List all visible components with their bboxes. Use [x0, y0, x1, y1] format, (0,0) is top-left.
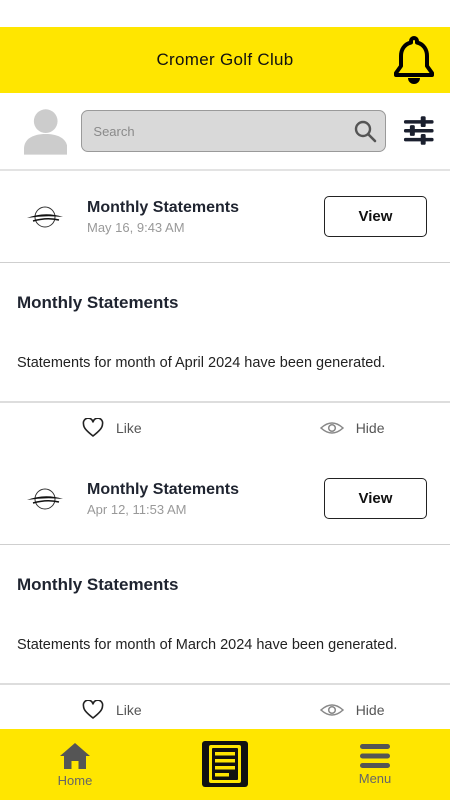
card-header: Monthly Statements May 16, 9:43 AM View — [0, 171, 450, 263]
search-icon[interactable] — [353, 119, 377, 143]
bottom-tab-bar: Home Menu — [0, 729, 450, 800]
body-title: Monthly Statements — [17, 575, 179, 594]
eye-icon — [319, 422, 344, 434]
card-date: May 16, 9:43 AM — [87, 219, 185, 235]
newspaper-icon — [202, 740, 248, 787]
card-title: Monthly Statements — [87, 480, 240, 498]
like-label: Like — [116, 702, 142, 718]
news-feed: Monthly Statements May 16, 9:43 AM View … — [0, 171, 450, 729]
body-text: Statements for month of April 2024 have … — [17, 355, 386, 371]
card-title: Monthly Statements — [87, 198, 240, 216]
like-button[interactable]: Like — [82, 418, 142, 438]
search-input[interactable] — [93, 123, 354, 139]
status-bar-area — [0, 0, 450, 27]
golf-swoosh-logo-icon — [27, 488, 63, 509]
search-box[interactable] — [81, 110, 387, 152]
view-button[interactable]: View — [324, 478, 427, 519]
card-header: Monthly Statements Apr 12, 11:53 AM View — [0, 453, 450, 545]
news-card: Monthly Statements Apr 12, 11:53 AM View… — [0, 453, 450, 729]
view-button[interactable]: View — [324, 196, 427, 237]
notification-bell-icon[interactable] — [392, 35, 436, 85]
body-text: Statements for month of March 2024 have … — [17, 637, 398, 653]
card-meta: Monthly Statements May 16, 9:43 AM — [87, 199, 324, 235]
card-body: Monthly Statements Statements for month … — [0, 545, 450, 685]
tab-menu-label: Menu — [358, 771, 392, 786]
news-card: Monthly Statements May 16, 9:43 AM View … — [0, 171, 450, 453]
club-title: Cromer Golf Club — [156, 50, 294, 69]
card-date: Apr 12, 11:53 AM — [87, 501, 187, 517]
like-button[interactable]: Like — [82, 700, 142, 720]
club-logo — [24, 478, 66, 520]
app-header: Cromer Golf Club — [0, 27, 450, 93]
tab-news[interactable] — [150, 729, 300, 800]
heart-icon — [82, 700, 104, 719]
card-body: Monthly Statements Statements for month … — [0, 263, 450, 403]
card-actions: Like Hide — [0, 685, 450, 729]
hide-button[interactable]: Hide — [319, 702, 385, 718]
club-logo — [24, 196, 66, 238]
like-label: Like — [116, 420, 142, 436]
filter-sliders-icon[interactable] — [402, 114, 436, 148]
menu-icon — [360, 744, 390, 768]
card-actions: Like Hide — [0, 403, 450, 453]
tab-home[interactable]: Home — [0, 729, 150, 800]
home-icon — [60, 743, 90, 769]
eye-icon — [319, 704, 344, 716]
avatar[interactable] — [24, 107, 68, 155]
body-title: Monthly Statements — [17, 293, 179, 312]
heart-icon — [82, 418, 104, 437]
hide-label: Hide — [355, 702, 385, 718]
tab-menu[interactable]: Menu — [300, 729, 450, 800]
golf-swoosh-logo-icon — [27, 206, 63, 227]
hide-button[interactable]: Hide — [319, 420, 385, 436]
tab-home-label: Home — [57, 773, 93, 788]
search-toolbar — [0, 93, 450, 171]
hide-label: Hide — [355, 420, 385, 436]
card-meta: Monthly Statements Apr 12, 11:53 AM — [87, 481, 324, 517]
